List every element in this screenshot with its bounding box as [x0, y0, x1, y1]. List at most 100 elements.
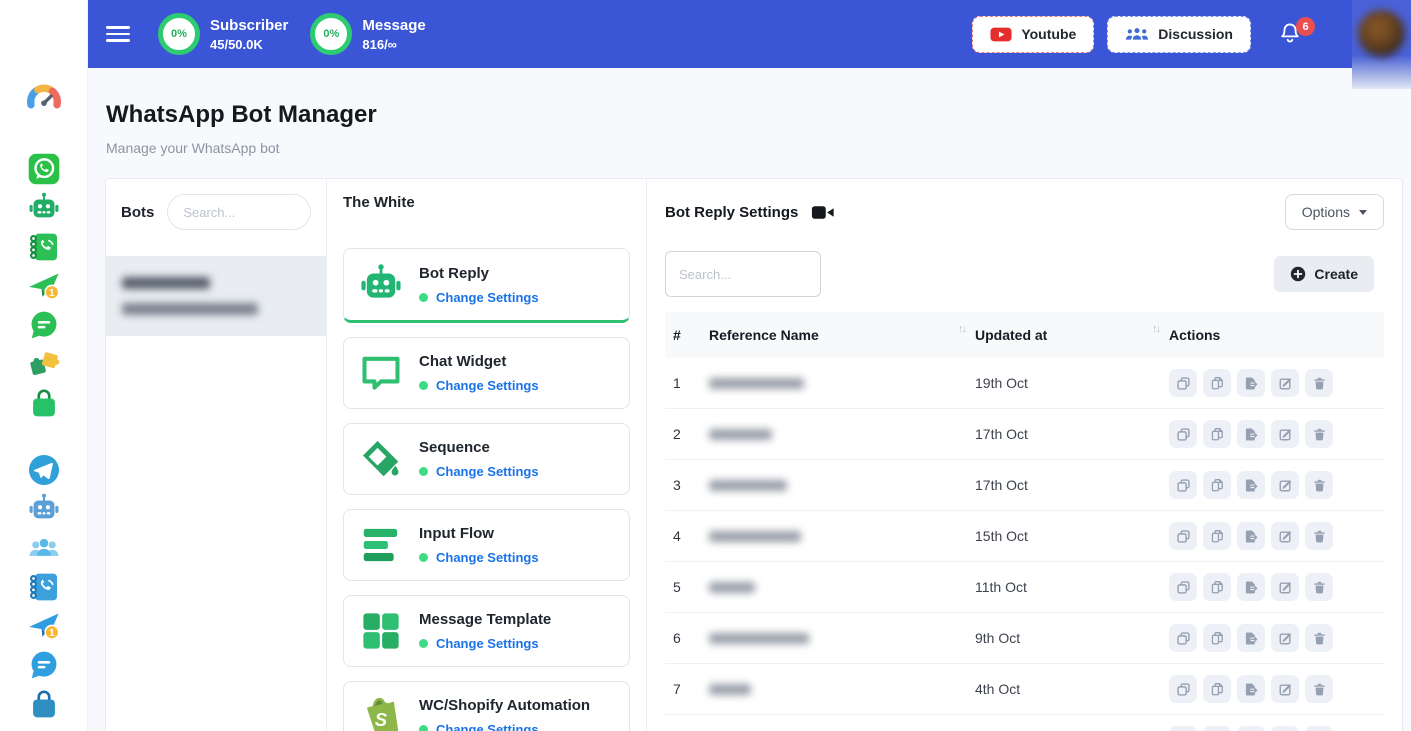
discussion-button[interactable]: Discussion [1107, 16, 1251, 53]
dashboard-gauge-icon[interactable] [24, 79, 64, 119]
whatsapp-chat-icon[interactable] [27, 308, 61, 342]
table-row-partial [665, 715, 1384, 731]
telegram-group-icon[interactable] [27, 531, 61, 565]
delete-button[interactable] [1305, 624, 1333, 652]
delete-button[interactable] [1305, 726, 1333, 731]
telegram-shop-icon[interactable] [27, 687, 61, 721]
export-button[interactable] [1237, 726, 1265, 731]
table-row: 7 4th Oct [665, 664, 1384, 715]
youtube-button[interactable]: Youtube [972, 16, 1094, 53]
telegram-chat-icon[interactable] [27, 648, 61, 682]
clone-button[interactable] [1169, 420, 1197, 448]
plus-circle-icon [1290, 266, 1306, 282]
sidebar: 11 [0, 0, 88, 731]
edit-icon [1278, 580, 1293, 595]
clone-button[interactable] [1169, 675, 1197, 703]
clone-button[interactable] [1169, 522, 1197, 550]
flow-card-input-flow[interactable]: Input Flow Change Settings [343, 509, 630, 581]
whatsapp-bot-icon[interactable] [27, 191, 61, 225]
telegram-broadcast-icon[interactable]: 1 [27, 609, 61, 643]
options-button[interactable]: Options [1285, 194, 1384, 230]
user-avatar[interactable] [1352, 0, 1411, 89]
delete-button[interactable] [1305, 369, 1333, 397]
notifications-button[interactable]: 6 [1277, 21, 1303, 47]
flow-card-chat-widget[interactable]: Chat Widget Change Settings [343, 337, 630, 409]
reply-search-input[interactable] [665, 251, 821, 297]
telegram-bot-icon[interactable] [27, 492, 61, 526]
whatsapp-broadcast-icon[interactable]: 1 [27, 269, 61, 303]
copy-button[interactable] [1203, 420, 1231, 448]
delete-button[interactable] [1305, 471, 1333, 499]
edit-button[interactable] [1271, 471, 1299, 499]
selected-bot-name: The White [343, 194, 630, 211]
export-button[interactable] [1237, 369, 1265, 397]
edit-button[interactable] [1271, 573, 1299, 601]
edit-button[interactable] [1271, 369, 1299, 397]
clone-button[interactable] [1169, 573, 1197, 601]
clone-button[interactable] [1169, 471, 1197, 499]
export-icon [1244, 529, 1259, 544]
subscriber-progress-ring: 0% [158, 13, 200, 55]
delete-button[interactable] [1305, 420, 1333, 448]
clone-button[interactable] [1169, 369, 1197, 397]
edit-button[interactable] [1271, 624, 1299, 652]
change-settings-link[interactable]: Change Settings [436, 722, 539, 731]
copy-button[interactable] [1203, 573, 1231, 601]
delete-button[interactable] [1305, 675, 1333, 703]
delete-icon [1312, 682, 1327, 697]
edit-button[interactable] [1271, 522, 1299, 550]
clone-button[interactable] [1169, 726, 1197, 731]
video-camera-icon[interactable] [811, 204, 835, 221]
copy-button[interactable] [1203, 369, 1231, 397]
telegram-icon[interactable] [27, 453, 61, 487]
flow-card-message-template[interactable]: Message Template Change Settings [343, 595, 630, 667]
discussion-button-label: Discussion [1158, 26, 1233, 42]
flow-card-sequence[interactable]: Sequence Change Settings [343, 423, 630, 495]
copy-button[interactable] [1203, 675, 1231, 703]
export-icon [1244, 580, 1259, 595]
export-button[interactable] [1237, 675, 1265, 703]
bots-search-input[interactable] [167, 194, 311, 230]
export-button[interactable] [1237, 522, 1265, 550]
clone-button[interactable] [1169, 624, 1197, 652]
caret-down-icon [1359, 210, 1367, 215]
delete-button[interactable] [1305, 522, 1333, 550]
copy-button[interactable] [1203, 624, 1231, 652]
whatsapp-integrations-icon[interactable] [27, 347, 61, 381]
sort-icon-reference-name[interactable]: ↑↓ [958, 323, 965, 339]
copy-button[interactable] [1203, 726, 1231, 731]
edit-button[interactable] [1271, 420, 1299, 448]
replies-table: # Reference Name ↑↓ Updated at ↑↓ Action… [665, 312, 1384, 731]
sort-icon-updated-at[interactable]: ↑↓ [1152, 323, 1159, 339]
flow-card-bot-reply[interactable]: Bot Reply Change Settings [343, 248, 630, 323]
create-button[interactable]: Create [1274, 256, 1374, 292]
edit-button[interactable] [1271, 675, 1299, 703]
whatsapp-icon[interactable] [27, 152, 61, 186]
delete-button[interactable] [1305, 573, 1333, 601]
telegram-contacts-icon[interactable] [27, 570, 61, 604]
delete-icon [1312, 529, 1327, 544]
table-header-row: # Reference Name ↑↓ Updated at ↑↓ Action… [665, 312, 1384, 358]
change-settings-link[interactable]: Change Settings [436, 464, 539, 479]
change-settings-link[interactable]: Change Settings [436, 636, 539, 651]
export-button[interactable] [1237, 624, 1265, 652]
hamburger-menu-icon[interactable] [106, 22, 130, 47]
copy-button[interactable] [1203, 471, 1231, 499]
whatsapp-shop-icon[interactable] [27, 386, 61, 420]
export-button[interactable] [1237, 420, 1265, 448]
col-header-updated-at: Updated at [975, 327, 1047, 343]
change-settings-link[interactable]: Change Settings [436, 378, 539, 393]
edit-icon [1278, 631, 1293, 646]
reference-name-redacted [709, 684, 751, 695]
export-button[interactable] [1237, 471, 1265, 499]
sequence-icon [358, 436, 404, 482]
copy-icon [1210, 427, 1225, 442]
whatsapp-contacts-icon[interactable] [27, 230, 61, 264]
export-button[interactable] [1237, 573, 1265, 601]
bot-list-item-selected[interactable] [106, 256, 326, 336]
copy-button[interactable] [1203, 522, 1231, 550]
change-settings-link[interactable]: Change Settings [436, 290, 539, 305]
flow-card-wc-shopify-automation[interactable]: S WC/Shopify Automation Change Settings [343, 681, 630, 731]
change-settings-link[interactable]: Change Settings [436, 550, 539, 565]
edit-button[interactable] [1271, 726, 1299, 731]
